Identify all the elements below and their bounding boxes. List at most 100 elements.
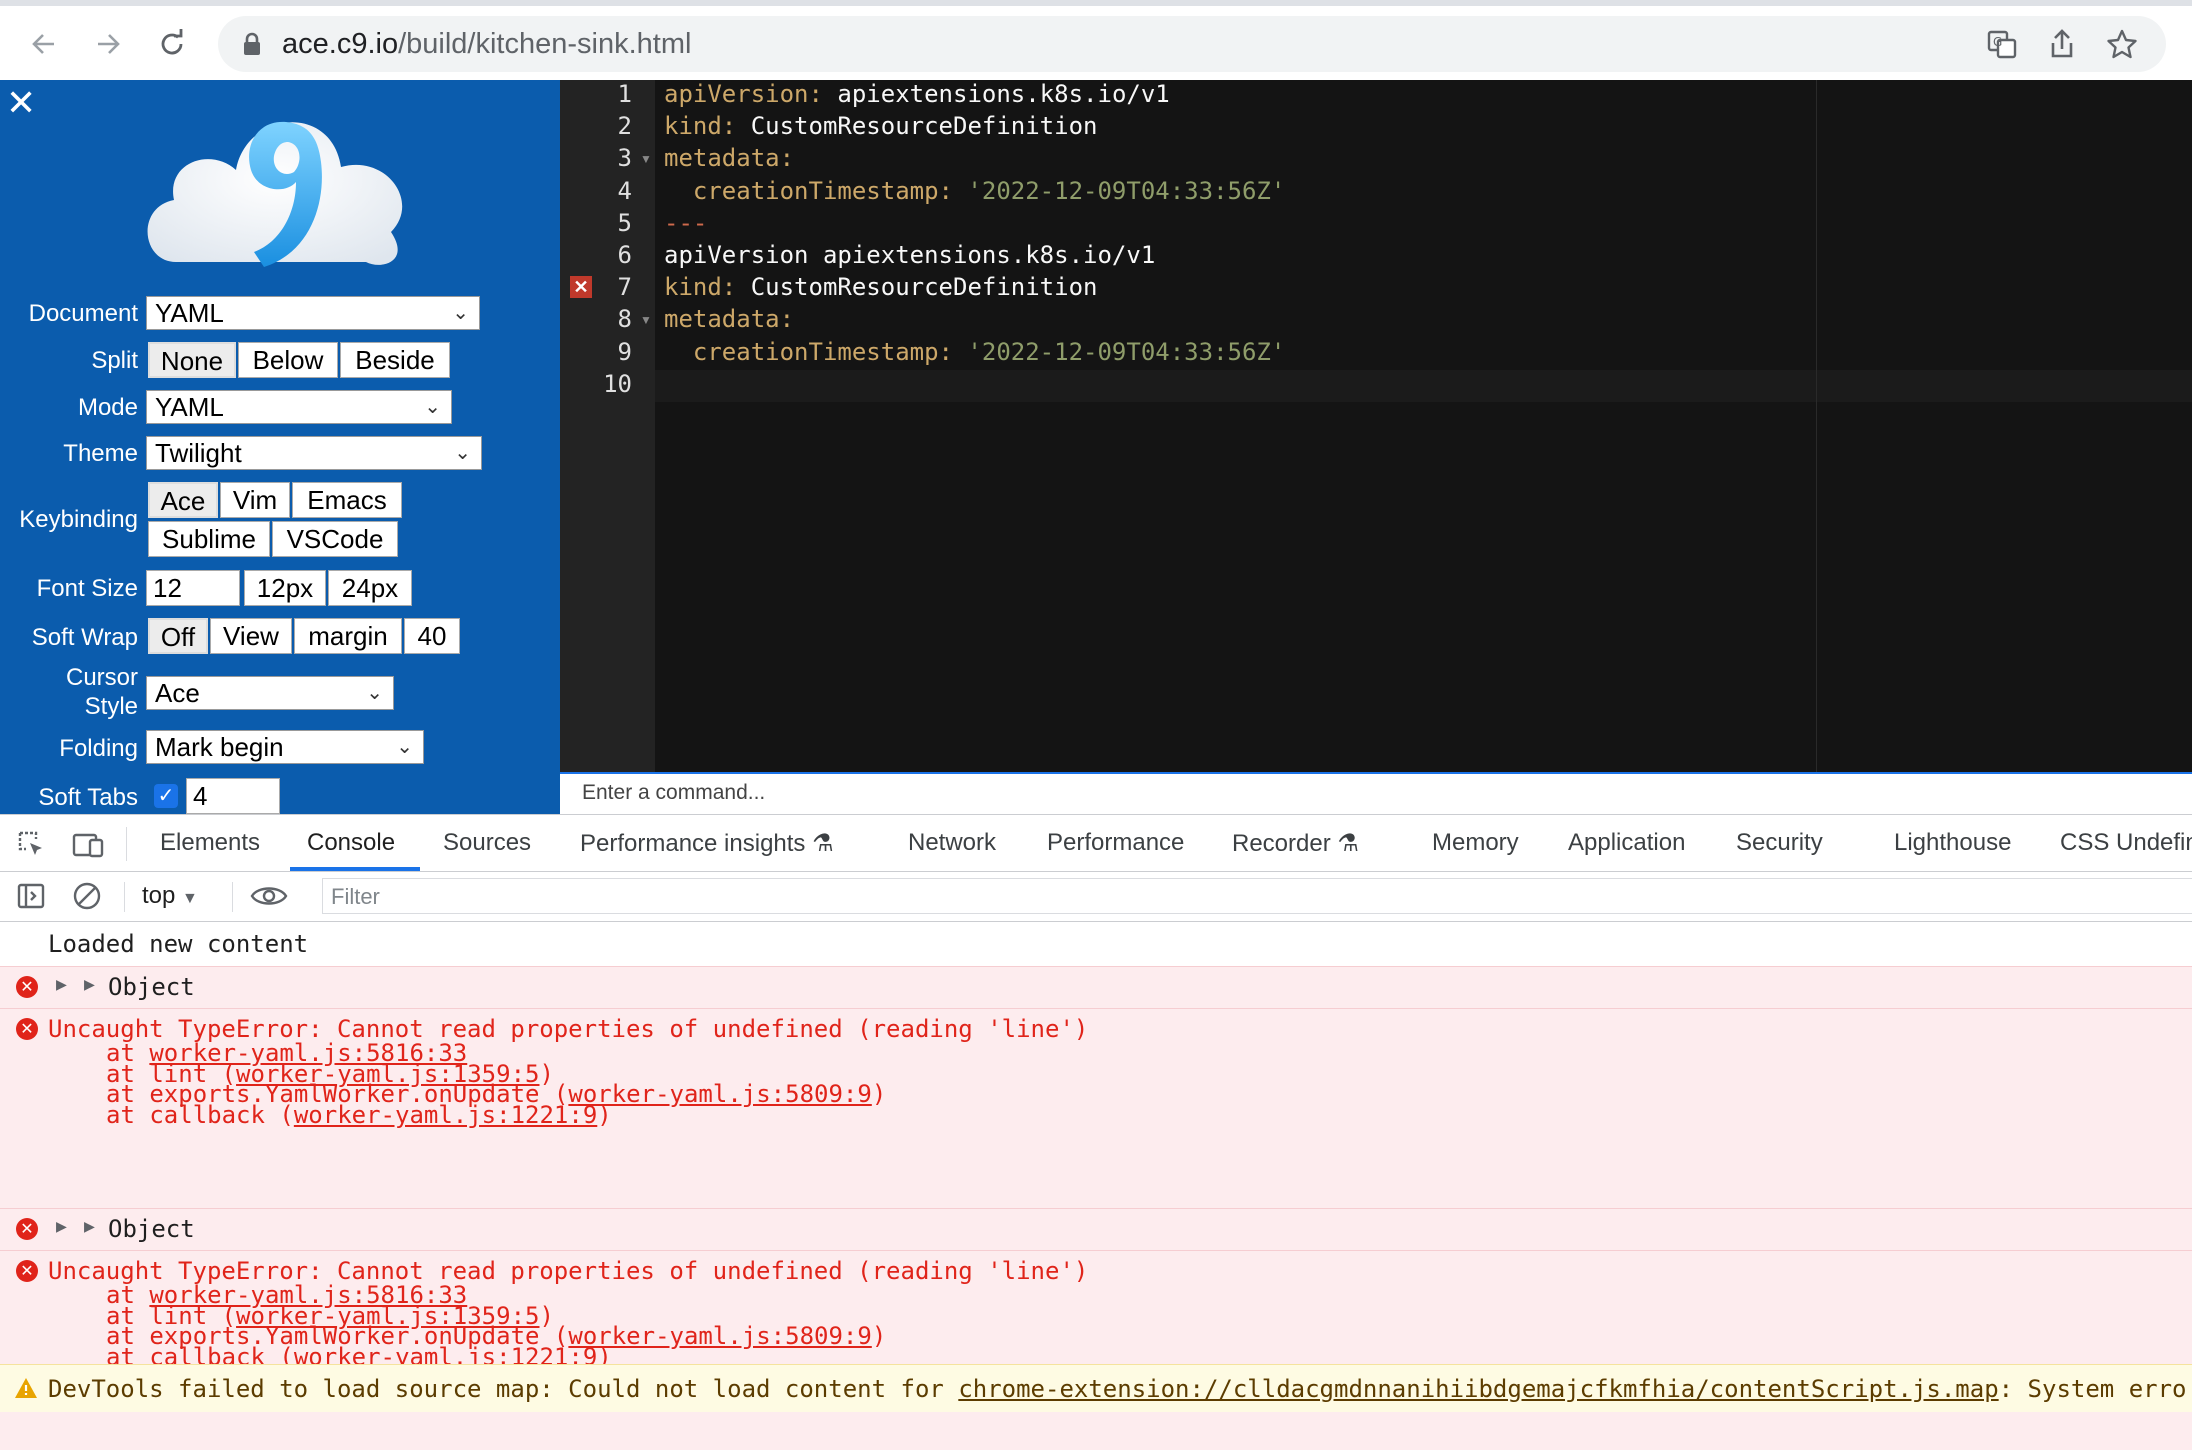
line-number: 6 (617, 241, 632, 269)
tab-performance-insights[interactable]: Performance insights ⚗ (580, 829, 834, 858)
tab-recorder[interactable]: Recorder ⚗ (1232, 829, 1359, 858)
line-number: 5 (617, 208, 632, 237)
fontsize-24px-button[interactable]: 24px (328, 570, 412, 606)
tab-lighthouse[interactable]: Lighthouse (1894, 829, 2011, 857)
clear-console-icon[interactable] (72, 881, 102, 916)
tab-label: Performance insights (580, 830, 806, 857)
object-label[interactable]: Object (108, 1215, 195, 1243)
line-number: 3 (617, 144, 632, 173)
console-messages: Loaded new content ✕ ▶ ▶ Object ✕ Uncaug… (0, 922, 2192, 1450)
address-bar[interactable]: ace.c9.io/build/kitchen-sink.html G (218, 16, 2166, 72)
token-v: CustomResourceDefinition (736, 112, 1098, 141)
reload-button[interactable] (150, 22, 194, 66)
split-beside-button[interactable]: Beside (340, 342, 450, 378)
split-none-button[interactable]: None (148, 342, 236, 378)
device-toggle-icon[interactable] (70, 829, 106, 866)
expand-caret-icon[interactable]: ▶ (84, 974, 95, 995)
command-input-placeholder: Enter a command... (582, 781, 766, 804)
document-select[interactable]: YAML ⌄ (146, 296, 480, 330)
chevron-down-icon: ⌄ (452, 302, 469, 324)
stack-frame-link[interactable]: worker-yaml.js:5809:9 (568, 1322, 871, 1350)
browser-toolbar: ace.c9.io/build/kitchen-sink.html G (0, 6, 2192, 80)
softwrap-view-button[interactable]: View (210, 618, 292, 654)
stack-frame-link[interactable]: worker-yaml.js:5809:9 (568, 1080, 871, 1108)
tab-performance[interactable]: Performance (1047, 829, 1184, 857)
code-editor[interactable]: ✕ 1 2 3 ▼ 4 5 6 7 8 ▼ 9 10 apiVersion: apiextension… (560, 80, 2192, 772)
token-k: metadata: (664, 144, 795, 173)
keybinding-sublime-button[interactable]: Sublime (148, 521, 270, 557)
fold-widget-icon[interactable]: ▼ (640, 313, 652, 327)
inspect-element-icon[interactable] (16, 829, 48, 866)
mode-select[interactable]: YAML ⌄ (146, 390, 452, 424)
token-s: '2022-12-09T04:33:56Z' (952, 337, 1286, 366)
tab-memory[interactable]: Memory (1432, 829, 1519, 857)
console-warning-row: DevTools failed to load source map: Coul… (0, 1364, 2192, 1412)
object-label[interactable]: Object (108, 973, 195, 1001)
console-toolbar: top ▼ Filter (0, 872, 2192, 922)
line-number: 10 (603, 369, 632, 398)
tab-css-overview[interactable]: CSS Undefin (2060, 829, 2192, 857)
stack-frame-prefix: at callback ( (106, 1100, 294, 1129)
softwrap-off-button[interactable]: Off (148, 618, 208, 654)
sidebar-toggle-icon[interactable] (16, 881, 46, 916)
reload-icon (161, 29, 183, 55)
stack-frame-suffix: ) (597, 1100, 612, 1129)
expand-caret-icon[interactable]: ▶ (56, 1216, 67, 1237)
console-error-object-row[interactable]: ✕ ▶ ▶ Object (0, 966, 2192, 1008)
live-expression-eye-icon[interactable] (250, 881, 288, 916)
tab-elements[interactable]: Elements (160, 829, 260, 857)
tab-divider (126, 827, 127, 861)
split-below-button[interactable]: Below (238, 342, 338, 378)
warning-icon (15, 1378, 37, 1398)
fold-widget-icon[interactable]: ▼ (640, 152, 652, 166)
error-icon: ✕ (16, 976, 38, 998)
code-line: apiVersion apiextensions.k8s.io/v1 (664, 241, 1155, 269)
chevron-down-icon: ⌄ (396, 736, 413, 758)
cursor-label-line2: Style (84, 693, 138, 720)
softtabs-size-input[interactable]: 4 (186, 778, 280, 814)
caret-down-icon: ▼ (182, 890, 198, 907)
bookmark-star-icon[interactable] (2106, 28, 2138, 60)
context-selector[interactable]: top ▼ (142, 882, 198, 910)
fontsize-12px-button[interactable]: 12px (244, 570, 326, 606)
forward-arrow-icon (98, 34, 120, 54)
cursor-style-select[interactable]: Ace ⌄ (146, 676, 394, 710)
close-icon[interactable]: ✕ (6, 82, 36, 124)
mode-value: YAML (155, 392, 224, 422)
token-k: metadata: (664, 305, 795, 334)
url-host: ace.c9.io (282, 28, 399, 60)
folding-select[interactable]: Mark begin ⌄ (146, 730, 424, 764)
back-button[interactable] (22, 22, 66, 66)
document-label: Document (28, 300, 138, 327)
tab-console[interactable]: Console (307, 829, 395, 857)
keybinding-emacs-button[interactable]: Emacs (292, 482, 402, 518)
command-bar[interactable]: Enter a command... (560, 772, 2192, 814)
softtabs-checkbox[interactable]: ✓ (154, 784, 178, 808)
softwrap-margin-button[interactable]: margin (294, 618, 402, 654)
warning-link[interactable]: chrome-extension://clldacgmdnnanihiibdge… (958, 1375, 1998, 1403)
expand-caret-icon[interactable]: ▶ (84, 1216, 95, 1237)
stack-frame-link[interactable]: worker-yaml.js:1221:9 (294, 1101, 597, 1129)
theme-select[interactable]: Twilight ⌄ (146, 436, 482, 470)
tab-security[interactable]: Security (1736, 829, 1823, 857)
fontsize-input[interactable]: 12 (146, 570, 240, 606)
softwrap-40-button[interactable]: 40 (404, 618, 460, 654)
keybinding-ace-button[interactable]: Ace (148, 482, 218, 518)
tab-network[interactable]: Network (908, 829, 996, 857)
expand-caret-icon[interactable]: ▶ (56, 974, 67, 995)
chevron-down-icon: ⌄ (454, 442, 471, 464)
tab-application[interactable]: Application (1568, 829, 1685, 857)
filter-input[interactable]: Filter (322, 878, 2192, 914)
forward-button[interactable] (86, 22, 130, 66)
theme-label: Theme (63, 440, 138, 467)
stack-frame: at callback (worker-yaml.js:1221:9) (106, 1103, 612, 1127)
keybinding-vim-button[interactable]: Vim (220, 482, 290, 518)
token-v: CustomResourceDefinition (736, 273, 1098, 302)
console-error-object-row[interactable]: ✕ ▶ ▶ Object (0, 1208, 2192, 1250)
keybinding-vscode-button[interactable]: VSCode (272, 521, 398, 557)
share-icon[interactable] (2046, 28, 2078, 60)
tab-sources[interactable]: Sources (443, 829, 531, 857)
url-text[interactable]: ace.c9.io/build/kitchen-sink.html (282, 28, 691, 61)
translate-icon[interactable]: G (1986, 28, 2018, 60)
warning-text: DevTools failed to load source map: Coul… (48, 1375, 2187, 1403)
